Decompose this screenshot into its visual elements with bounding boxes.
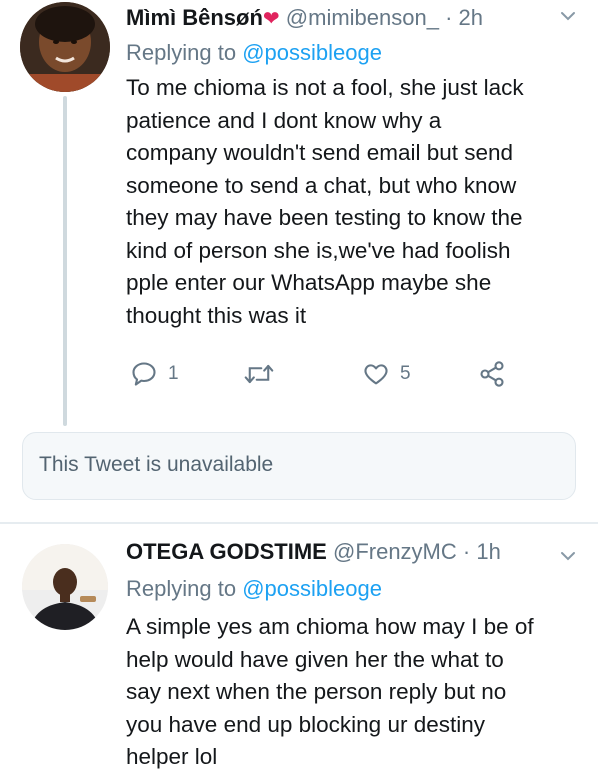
heart-emoji: ❤ bbox=[262, 8, 280, 30]
quoted-tweet-unavailable[interactable]: This Tweet is unavailable bbox=[22, 432, 576, 500]
share-icon bbox=[480, 361, 504, 387]
retweet-button[interactable] bbox=[244, 360, 274, 388]
thread-line bbox=[63, 96, 67, 426]
timestamp[interactable]: · 2h bbox=[445, 5, 483, 30]
tweet-card[interactable]: Mìmì Bênsøń❤ @mimibenson_ · 2h Replying … bbox=[0, 0, 598, 522]
reply-count: 1 bbox=[168, 363, 179, 384]
author-name[interactable]: OTEGA GODSTIME bbox=[126, 539, 327, 564]
replying-to: Replying to @possibleoge bbox=[126, 576, 382, 601]
replying-to: Replying to @possibleoge bbox=[126, 40, 382, 65]
unavailable-text: This Tweet is unavailable bbox=[39, 453, 274, 476]
reply-button[interactable]: 1 bbox=[130, 360, 179, 388]
tweet-header: OTEGA GODSTIME @FrenzyMC · 1h bbox=[126, 538, 501, 566]
like-button[interactable]: 5 bbox=[362, 360, 411, 388]
tweet-text: A simple yes am chioma how may I be of h… bbox=[126, 614, 534, 769]
like-count: 5 bbox=[400, 363, 411, 384]
tweet-text: To me chioma is not a fool, she just lac… bbox=[126, 75, 524, 328]
tweet-header: Mìmì Bênsøń❤ @mimibenson_ · 2h bbox=[126, 4, 483, 33]
mention-link[interactable]: @possibleoge bbox=[242, 40, 382, 65]
avatar[interactable] bbox=[22, 544, 108, 630]
retweet-icon bbox=[244, 364, 274, 384]
chevron-down-icon[interactable] bbox=[558, 6, 578, 26]
like-icon bbox=[364, 364, 388, 385]
share-button[interactable] bbox=[478, 360, 506, 388]
timestamp[interactable]: · 1h bbox=[463, 539, 501, 564]
chevron-down-icon[interactable] bbox=[558, 546, 578, 566]
mention-link[interactable]: @possibleoge bbox=[242, 576, 382, 601]
author-handle[interactable]: @mimibenson_ bbox=[286, 5, 439, 30]
avatar[interactable] bbox=[20, 2, 110, 92]
author-handle[interactable]: @FrenzyMC bbox=[333, 539, 457, 564]
author-name[interactable]: Mìmì Bênsøń bbox=[126, 5, 263, 30]
divider bbox=[0, 522, 598, 524]
reply-icon bbox=[132, 362, 156, 386]
action-bar: 1 5 bbox=[126, 360, 546, 394]
